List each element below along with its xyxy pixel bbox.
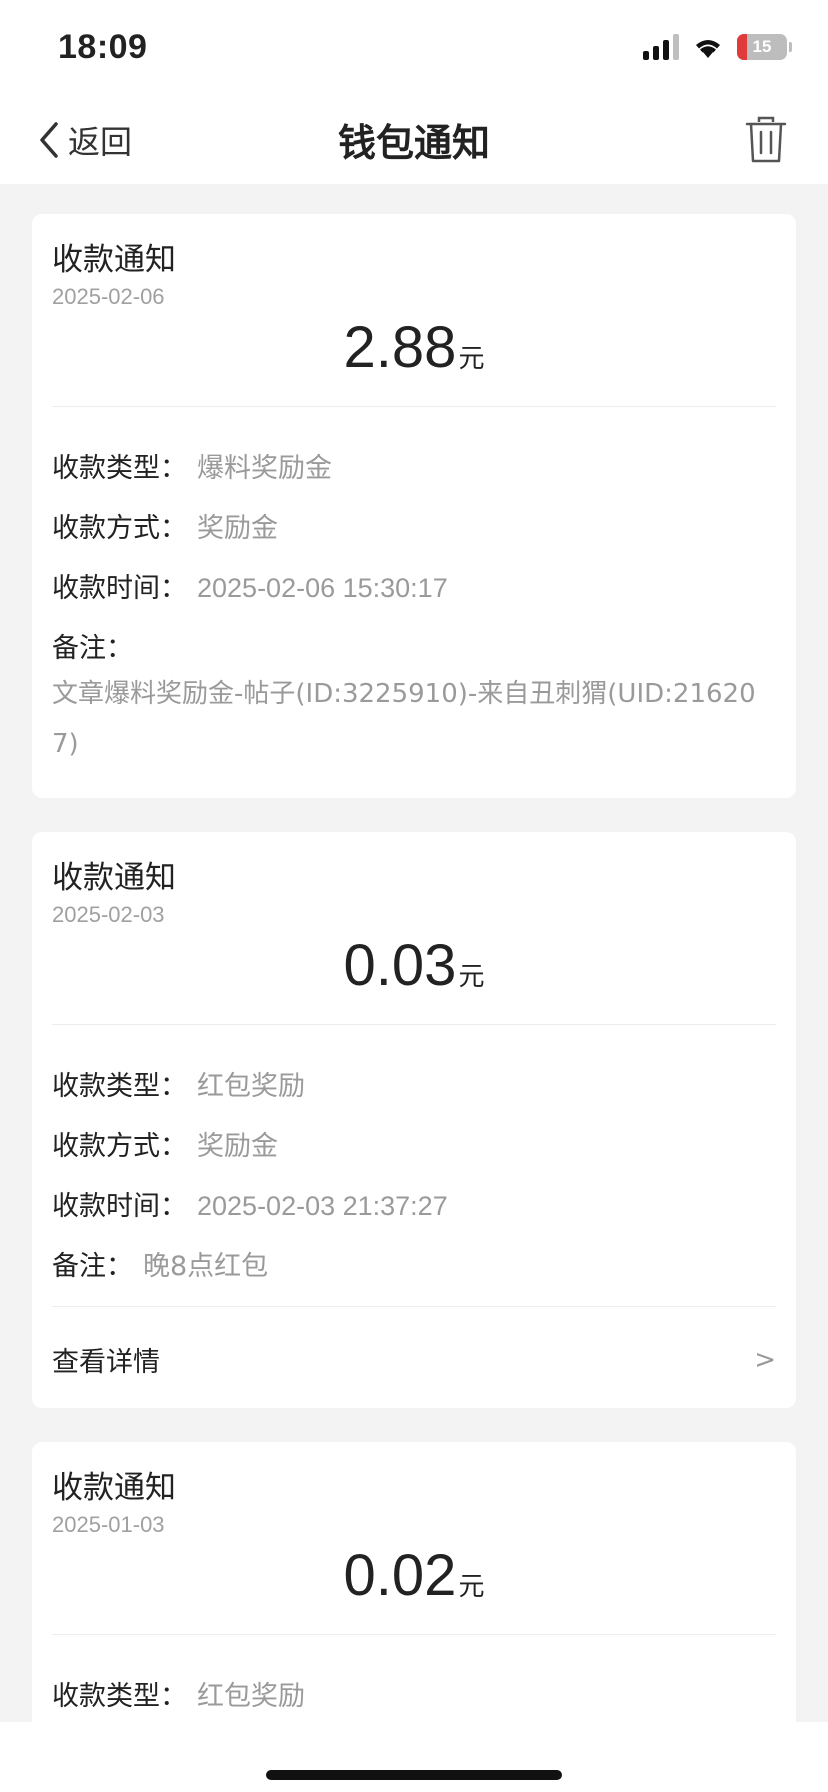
- card-amount: 0.03元: [32, 932, 796, 999]
- amount-value: 0.02: [343, 1543, 457, 1608]
- remark-label: 备注：: [52, 633, 133, 664]
- receipt-method-value: 奖励金: [197, 513, 278, 544]
- amount-value: 0.03: [343, 933, 457, 998]
- divider: [52, 406, 776, 407]
- receipt-time-row: 收款时间： 2025-02-06 15:30:17: [52, 566, 776, 605]
- receipt-time-label: 收款时间：: [52, 1191, 187, 1222]
- cellular-signal-icon: [643, 34, 679, 60]
- amount-unit: 元: [458, 344, 485, 374]
- remark-value: 文章爆料奖励金-帖子(ID:3225910)-来自丑刺猬(UID:216207): [52, 679, 756, 759]
- status-icons: 15: [643, 34, 792, 60]
- receipt-time-value: 2025-02-06 15:30:17: [197, 573, 448, 603]
- card-title: 收款通知: [52, 1470, 176, 1506]
- battery-level: 15: [752, 37, 772, 56]
- receipt-method-label: 收款方式：: [52, 513, 187, 544]
- nav-bar: 返回 钱包通知: [0, 96, 828, 184]
- chevron-right-icon: >: [754, 1344, 776, 1375]
- receipt-method-row: 收款方式： 奖励金: [52, 1124, 776, 1163]
- card-date: 2025-01-03: [52, 1512, 165, 1537]
- receipt-type-label: 收款类型：: [52, 1681, 187, 1712]
- notification-card: 收款通知 2025-02-03 0.03元 收款类型： 红包奖励 收款方式： 奖…: [32, 832, 796, 1408]
- receipt-type-label: 收款类型：: [52, 453, 187, 484]
- card-title: 收款通知: [52, 242, 176, 278]
- divider: [52, 1306, 776, 1307]
- remark-value: 晚8点红包: [143, 1251, 269, 1282]
- home-indicator-area: [0, 1722, 828, 1792]
- home-indicator[interactable]: [266, 1770, 562, 1780]
- remark-row: 备注：: [52, 626, 776, 665]
- receipt-type-row: 收款类型： 爆料奖励金: [52, 446, 776, 485]
- receipt-method-row: 收款方式： 奖励金: [52, 506, 776, 545]
- status-bar: 18:09 15: [0, 0, 828, 96]
- view-details-label: 查看详情: [52, 1347, 160, 1378]
- receipt-type-value: 爆料奖励金: [197, 453, 332, 484]
- delete-button[interactable]: [744, 116, 788, 164]
- remark-row: 备注： 晚8点红包: [52, 1244, 776, 1283]
- remark-label: 备注：: [52, 1251, 133, 1282]
- battery-icon: 15: [737, 34, 787, 60]
- trash-icon: [745, 116, 787, 163]
- receipt-method-value: 奖励金: [197, 1131, 278, 1162]
- status-time: 18:09: [58, 28, 148, 66]
- card-amount: 0.02元: [32, 1542, 796, 1609]
- receipt-type-label: 收款类型：: [52, 1071, 187, 1102]
- card-amount: 2.88元: [32, 314, 796, 381]
- page-title: 钱包通知: [337, 121, 490, 165]
- view-details-link[interactable]: 查看详情 >: [52, 1340, 776, 1379]
- wifi-icon: [696, 40, 720, 58]
- divider: [52, 1634, 776, 1635]
- divider: [52, 1024, 776, 1025]
- receipt-method-label: 收款方式：: [52, 1131, 187, 1162]
- notification-card: 收款通知 2025-02-06 2.88元 收款类型： 爆料奖励金 收款方式： …: [32, 214, 796, 798]
- receipt-type-row: 收款类型： 红包奖励: [52, 1674, 776, 1713]
- receipt-time-value: 2025-02-03 21:37:27: [197, 1191, 448, 1221]
- receipt-time-label: 收款时间：: [52, 573, 187, 604]
- notification-card: 收款通知 2025-01-03 0.02元 收款类型： 红包奖励: [32, 1442, 796, 1762]
- receipt-type-value: 红包奖励: [197, 1071, 305, 1102]
- card-date: 2025-02-03: [52, 902, 165, 927]
- amount-value: 2.88: [343, 315, 457, 380]
- battery-cap: [789, 42, 792, 52]
- receipt-type-row: 收款类型： 红包奖励: [52, 1064, 776, 1103]
- receipt-type-value: 红包奖励: [197, 1681, 305, 1712]
- card-title: 收款通知: [52, 860, 176, 896]
- amount-unit: 元: [458, 962, 485, 992]
- wallet-notification-screen: 18:09 15 返回 钱包通知 收款通知 2025-02-06 2.88元 收…: [0, 0, 828, 1792]
- amount-unit: 元: [458, 1572, 485, 1602]
- receipt-time-row: 收款时间： 2025-02-03 21:37:27: [52, 1184, 776, 1223]
- card-date: 2025-02-06: [52, 284, 165, 309]
